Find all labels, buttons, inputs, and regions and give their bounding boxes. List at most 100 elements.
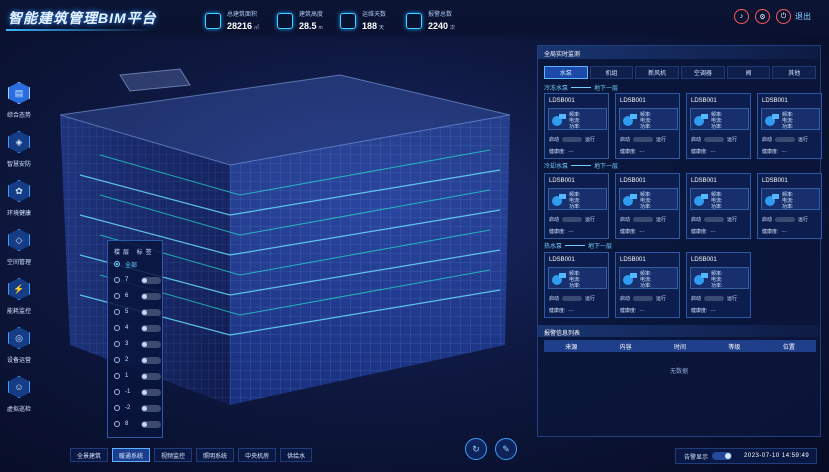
- control-label: 启动: [762, 137, 773, 143]
- device-card[interactable]: LDSB001 频率: 电流: 功率: 启动 运行 健康度: ---: [757, 173, 822, 239]
- power-icon[interactable]: ⏻: [776, 9, 791, 24]
- app-title: 智能建筑管理BIM平台: [8, 10, 157, 26]
- radio-icon[interactable]: [114, 357, 120, 363]
- floor-label-toggle[interactable]: [141, 324, 161, 332]
- tab-water[interactable]: 供给水: [280, 448, 313, 462]
- control-toggle[interactable]: [704, 217, 725, 222]
- tab-video[interactable]: 视频监控: [154, 448, 193, 462]
- sidebar-item-space[interactable]: ◇ 空间管理: [4, 229, 34, 278]
- control-toggle[interactable]: [633, 296, 654, 301]
- tab-unit[interactable]: 机组: [589, 66, 634, 79]
- floor-option[interactable]: 4: [108, 320, 162, 336]
- device-card[interactable]: LDSB001 频率: 电流: 功率: 启动 运行 健康度: ---: [615, 173, 680, 239]
- floor-label: 8: [125, 421, 129, 427]
- tab-other[interactable]: 其他: [772, 66, 817, 79]
- tab-lighting[interactable]: 照明系统: [196, 448, 235, 462]
- logout-button[interactable]: 退出: [795, 11, 811, 22]
- tab-fresh-air[interactable]: 新风机: [635, 66, 680, 79]
- floor-option[interactable]: 7: [108, 272, 162, 288]
- status-label: 运行: [656, 137, 667, 143]
- tab-hvac[interactable]: 暖通系统: [112, 448, 151, 462]
- energy-icon: ⚡: [8, 278, 30, 300]
- floor-label-toggle[interactable]: [141, 356, 161, 364]
- floor-option[interactable]: 3: [108, 336, 162, 352]
- column-header[interactable]: 内容: [598, 340, 652, 352]
- control-toggle[interactable]: [633, 217, 654, 222]
- floor-option[interactable]: 6: [108, 288, 162, 304]
- floor-label-toggle[interactable]: [141, 292, 161, 300]
- health-value: ---: [639, 308, 645, 314]
- radio-icon[interactable]: [114, 389, 120, 395]
- device-card[interactable]: LDSB001 频率: 电流: 功率: 启动 运行 健康度: ---: [686, 93, 751, 159]
- control-toggle[interactable]: [775, 137, 796, 142]
- radio-icon[interactable]: [114, 405, 120, 411]
- control-toggle[interactable]: [775, 217, 796, 222]
- health-value: ---: [568, 229, 574, 235]
- device-card[interactable]: LDSB001 频率: 电流: 功率: 启动 运行 健康度: ---: [544, 173, 609, 239]
- floor-option[interactable]: 1: [108, 368, 162, 384]
- device-card[interactable]: LDSB001 频率: 电流: 功率: 启动 运行 健康度: ---: [615, 252, 680, 318]
- sidebar-item-energy[interactable]: ⚡ 能耗监控: [4, 278, 34, 327]
- floor-label-toggle[interactable]: [141, 276, 161, 284]
- settings-icon[interactable]: ⚙: [755, 9, 770, 24]
- floor-label-toggle[interactable]: [141, 340, 161, 348]
- column-header[interactable]: 来源: [544, 340, 598, 352]
- column-header[interactable]: 等级: [707, 340, 761, 352]
- sidebar-item-security[interactable]: ◈ 智慧安防: [4, 131, 34, 180]
- tab-air-conditioner[interactable]: 空调器: [681, 66, 725, 79]
- control-toggle[interactable]: [562, 296, 583, 301]
- floor-label-toggle[interactable]: [141, 372, 161, 380]
- health-value: ---: [568, 308, 574, 314]
- radio-icon[interactable]: [114, 277, 120, 283]
- device-card[interactable]: LDSB001 频率: 电流: 功率: 启动 运行 健康度: ---: [686, 173, 751, 239]
- alarm-display-toggle[interactable]: [712, 452, 733, 460]
- floor-label-toggle[interactable]: [141, 308, 161, 316]
- column-header[interactable]: 时间: [653, 340, 707, 352]
- device-card[interactable]: LDSB001 频率: 电流: 功率: 启动 运行 健康度: ---: [686, 252, 751, 318]
- floor-option[interactable]: 8: [108, 416, 162, 432]
- reset-view-button[interactable]: ↻: [465, 438, 487, 460]
- device-card[interactable]: LDSB001 频率: 电流: 功率: 启动 运行 健康度: ---: [615, 93, 680, 159]
- floor-option-all[interactable]: 全部: [108, 256, 162, 272]
- refresh-icon: ↻: [472, 443, 480, 454]
- tab-machine-room[interactable]: 中央机房: [238, 448, 277, 462]
- tab-pump[interactable]: 水泵: [544, 66, 588, 79]
- column-header[interactable]: 位置: [762, 340, 816, 352]
- floor-option[interactable]: 2: [108, 352, 162, 368]
- alarm-display-bar: 告警显示 2023-07-10 14:59:49: [675, 448, 817, 464]
- control-toggle[interactable]: [704, 137, 725, 142]
- sidebar-item-overview[interactable]: ▤ 综合态势: [4, 82, 34, 131]
- bell-icon[interactable]: ♪: [734, 9, 749, 24]
- radio-icon[interactable]: [114, 293, 120, 299]
- radio-icon[interactable]: [114, 309, 120, 315]
- floor-label: -2: [125, 405, 131, 411]
- status-label: 运行: [727, 217, 738, 223]
- radio-icon[interactable]: [114, 325, 120, 331]
- control-toggle[interactable]: [633, 137, 654, 142]
- tab-panorama[interactable]: 全景建筑: [70, 448, 109, 462]
- tab-valve[interactable]: 阀: [726, 66, 771, 79]
- device-card[interactable]: LDSB001 频率: 电流: 功率: 启动 运行 健康度: ---: [544, 93, 609, 159]
- control-toggle[interactable]: [562, 137, 583, 142]
- radio-icon[interactable]: [114, 421, 120, 427]
- floor-label-toggle[interactable]: [141, 420, 161, 428]
- radio-icon[interactable]: [114, 373, 120, 379]
- sidebar-item-environment[interactable]: ✿ 环境健康: [4, 180, 34, 229]
- radio-icon[interactable]: [114, 261, 120, 267]
- pump-icon: [623, 114, 637, 126]
- device-card[interactable]: LDSB001 频率: 电流: 功率: 启动 运行 健康度: ---: [757, 93, 822, 159]
- floor-label-toggle[interactable]: [141, 404, 161, 412]
- sidebar-item-inspection[interactable]: ☺ 虚拟巡检: [4, 376, 34, 425]
- device-info: 频率: 电流: 功率:: [690, 108, 749, 130]
- floor-option[interactable]: -2: [108, 400, 162, 416]
- floor-option[interactable]: 5: [108, 304, 162, 320]
- sidebar-item-device[interactable]: ◎ 设备运营: [4, 327, 34, 376]
- control-toggle[interactable]: [704, 296, 725, 301]
- device-card[interactable]: LDSB001 频率: 电流: 功率: 启动 运行 健康度: ---: [544, 252, 609, 318]
- radio-icon[interactable]: [114, 341, 120, 347]
- floor-label-toggle[interactable]: [141, 388, 161, 396]
- status-label: 运行: [727, 137, 738, 143]
- tool-button[interactable]: ✎: [495, 438, 517, 460]
- control-toggle[interactable]: [562, 217, 583, 222]
- floor-option[interactable]: -1: [108, 384, 162, 400]
